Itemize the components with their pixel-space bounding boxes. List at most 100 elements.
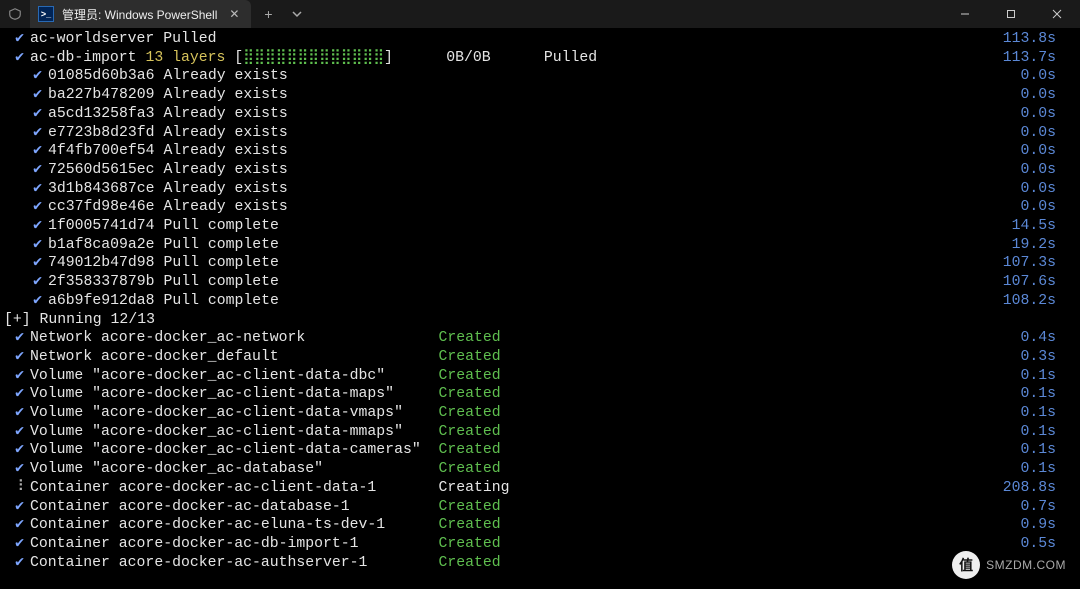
resource-line: ✔ Network acore-docker_ac-network Created… <box>4 329 1076 348</box>
resource-line: ⠸Container acore-docker-ac-client-data-1… <box>4 479 1076 498</box>
running-header: [+] Running 12/13 <box>4 311 1076 330</box>
resource-line: ✔Volume "acore-docker_ac-client-data-cam… <box>4 441 1076 460</box>
elapsed-time: 0.1s <box>1020 367 1076 386</box>
resource-status: Created <box>438 535 500 554</box>
resource-line: ✔Network acore-docker_default Created0.3… <box>4 348 1076 367</box>
resource-label: Volume "acore-docker_ac-client-data-dbc" <box>30 367 438 386</box>
pull-content: a6b9fe912da8 Pull complete <box>48 292 279 311</box>
resource-line: ✔Volume "acore-docker_ac-database" Creat… <box>4 460 1076 479</box>
check-icon: ✔ <box>4 423 24 442</box>
resource-status: Created <box>438 441 500 460</box>
spinner-icon: ⠸ <box>4 479 24 498</box>
check-icon: ✔ <box>4 30 24 49</box>
check-icon: ✔ <box>4 329 24 348</box>
resource-label: Container acore-docker-ac-eluna-ts-dev-1 <box>30 516 438 535</box>
check-icon: ✔ <box>4 273 42 292</box>
check-icon: ✔ <box>4 292 42 311</box>
resource-label: Network acore-docker_default <box>30 348 438 367</box>
pull-content: ba227b478209 Already exists <box>48 86 288 105</box>
check-icon: ✔ <box>4 516 24 535</box>
elapsed-time: 0.0s <box>1020 67 1076 86</box>
watermark-text: SMZDM.COM <box>986 558 1066 572</box>
resource-line: ✔ Volume "acore-docker_ac-client-data-dbc… <box>4 367 1076 386</box>
elapsed-time: 0.1s <box>1020 460 1076 479</box>
elapsed-time: 0.0s <box>1020 198 1076 217</box>
check-icon: ✔ <box>4 348 24 367</box>
resource-line: ✔Container acore-docker-ac-database-1 Cr… <box>4 498 1076 517</box>
check-icon: ✔ <box>4 142 42 161</box>
resource-line: ✔ Volume "acore-docker_ac-client-data-mma… <box>4 423 1076 442</box>
resource-label: Volume "acore-docker_ac-client-data-maps… <box>30 385 438 404</box>
resource-status: Created <box>438 385 500 404</box>
resource-status: Created <box>438 329 500 348</box>
check-icon: ✔ <box>4 180 42 199</box>
pull-content: 72560d5615ec Already exists <box>48 161 288 180</box>
pull-content: b1af8ca09a2e Pull complete <box>48 236 279 255</box>
elapsed-time: 0.7s <box>1020 498 1076 517</box>
check-icon: ✔ <box>4 161 42 180</box>
pull-content: 01085d60b3a6 Already exists <box>48 67 288 86</box>
app-menu-icon[interactable] <box>0 0 30 28</box>
elapsed-time: 113.7s <box>1003 49 1076 68</box>
resource-line: ✔ Volume "acore-docker_ac-client-data-map… <box>4 385 1076 404</box>
pull-content: e7723b8d23fd Already exists <box>48 124 288 143</box>
pull-line: ✔ 72560d5615ec Already exists 0.0s <box>4 161 1076 180</box>
pull-line: ✔ac-worldserver Pulled113.8s <box>4 30 1076 49</box>
pull-line: ✔a5cd13258fa3 Already exists0.0s <box>4 105 1076 124</box>
elapsed-time: 0.1s <box>1020 404 1076 423</box>
pull-line: ✔ 2f358337879b Pull complete 107.6s <box>4 273 1076 292</box>
elapsed-time: 0.1s <box>1020 385 1076 404</box>
pull-content: a5cd13258fa3 Already exists <box>48 105 288 124</box>
new-tab-button[interactable]: + <box>251 0 285 28</box>
resource-label: Container acore-docker-ac-db-import-1 <box>30 535 438 554</box>
resource-status: Created <box>438 554 500 573</box>
check-icon: ✔ <box>4 49 24 68</box>
elapsed-time: 14.5s <box>1012 217 1076 236</box>
pull-line: ✔ 4f4fb700ef54 Already exists 0.0s <box>4 142 1076 161</box>
pull-line: ✔3d1b843687ce Already exists0.0s <box>4 180 1076 199</box>
resource-line: ✔ Volume "acore-docker_ac-client-data-vma… <box>4 404 1076 423</box>
elapsed-time: 108.2s <box>1003 292 1076 311</box>
check-icon: ✔ <box>4 86 42 105</box>
check-icon: ✔ <box>4 367 24 386</box>
elapsed-time: 0.3s <box>1020 348 1076 367</box>
elapsed-time: 0.0s <box>1020 161 1076 180</box>
title-bar: >_ 管理员: Windows PowerShell ✕ + <box>0 0 1080 28</box>
close-tab-icon[interactable]: ✕ <box>225 5 243 23</box>
resource-label: Volume "acore-docker_ac-client-data-mmap… <box>30 423 438 442</box>
check-icon: ✔ <box>4 385 24 404</box>
resource-label: Network acore-docker_ac-network <box>30 329 438 348</box>
pull-content: ac-worldserver Pulled <box>30 30 217 49</box>
terminal-output[interactable]: ✔ac-worldserver Pulled113.8s✔ac-db-impor… <box>0 28 1080 574</box>
resource-label: Volume "acore-docker_ac-client-data-came… <box>30 441 438 460</box>
pull-line: ✔749012b47d98 Pull complete107.3s <box>4 254 1076 273</box>
elapsed-time: 0.1s <box>1020 441 1076 460</box>
minimize-button[interactable] <box>942 0 988 28</box>
pull-line: ✔e7723b8d23fd Already exists0.0s <box>4 124 1076 143</box>
check-icon: ✔ <box>4 254 42 273</box>
elapsed-time: 107.6s <box>1003 273 1076 292</box>
resource-line: ✔Container acore-docker-ac-authserver-1 … <box>4 554 1076 573</box>
check-icon: ✔ <box>4 404 24 423</box>
tab-dropdown-icon[interactable] <box>285 0 309 28</box>
tab-powershell[interactable]: >_ 管理员: Windows PowerShell ✕ <box>30 0 251 28</box>
pull-line: ✔ 01085d60b3a6 Already exists 0.0s <box>4 67 1076 86</box>
elapsed-time: 0.4s <box>1020 329 1076 348</box>
pull-content: cc37fd98e46e Already exists <box>48 198 288 217</box>
check-icon: ✔ <box>4 498 24 517</box>
pull-line: ✔b1af8ca09a2e Pull complete19.2s <box>4 236 1076 255</box>
pull-content: 4f4fb700ef54 Already exists <box>48 142 288 161</box>
check-icon: ✔ <box>4 554 24 573</box>
resource-status: Created <box>438 460 500 479</box>
resource-line: ✔Container acore-docker-ac-db-import-1 C… <box>4 535 1076 554</box>
pull-line: ✔ a6b9fe912da8 Pull complete 108.2s <box>4 292 1076 311</box>
pull-content: 2f358337879b Pull complete <box>48 273 279 292</box>
elapsed-time: 0.0s <box>1020 142 1076 161</box>
resource-label: Container acore-docker-ac-database-1 <box>30 498 438 517</box>
check-icon: ✔ <box>4 67 42 86</box>
pull-line: ✔ac-db-import 13 layers [⣿⣿⣿⣿⣿⣿⣿⣿⣿⣿⣿⣿⣿] … <box>4 49 1076 68</box>
resource-label: Volume "acore-docker_ac-client-data-vmap… <box>30 404 438 423</box>
close-window-button[interactable] <box>1034 0 1080 28</box>
tab-title: 管理员: Windows PowerShell <box>62 6 217 23</box>
maximize-button[interactable] <box>988 0 1034 28</box>
